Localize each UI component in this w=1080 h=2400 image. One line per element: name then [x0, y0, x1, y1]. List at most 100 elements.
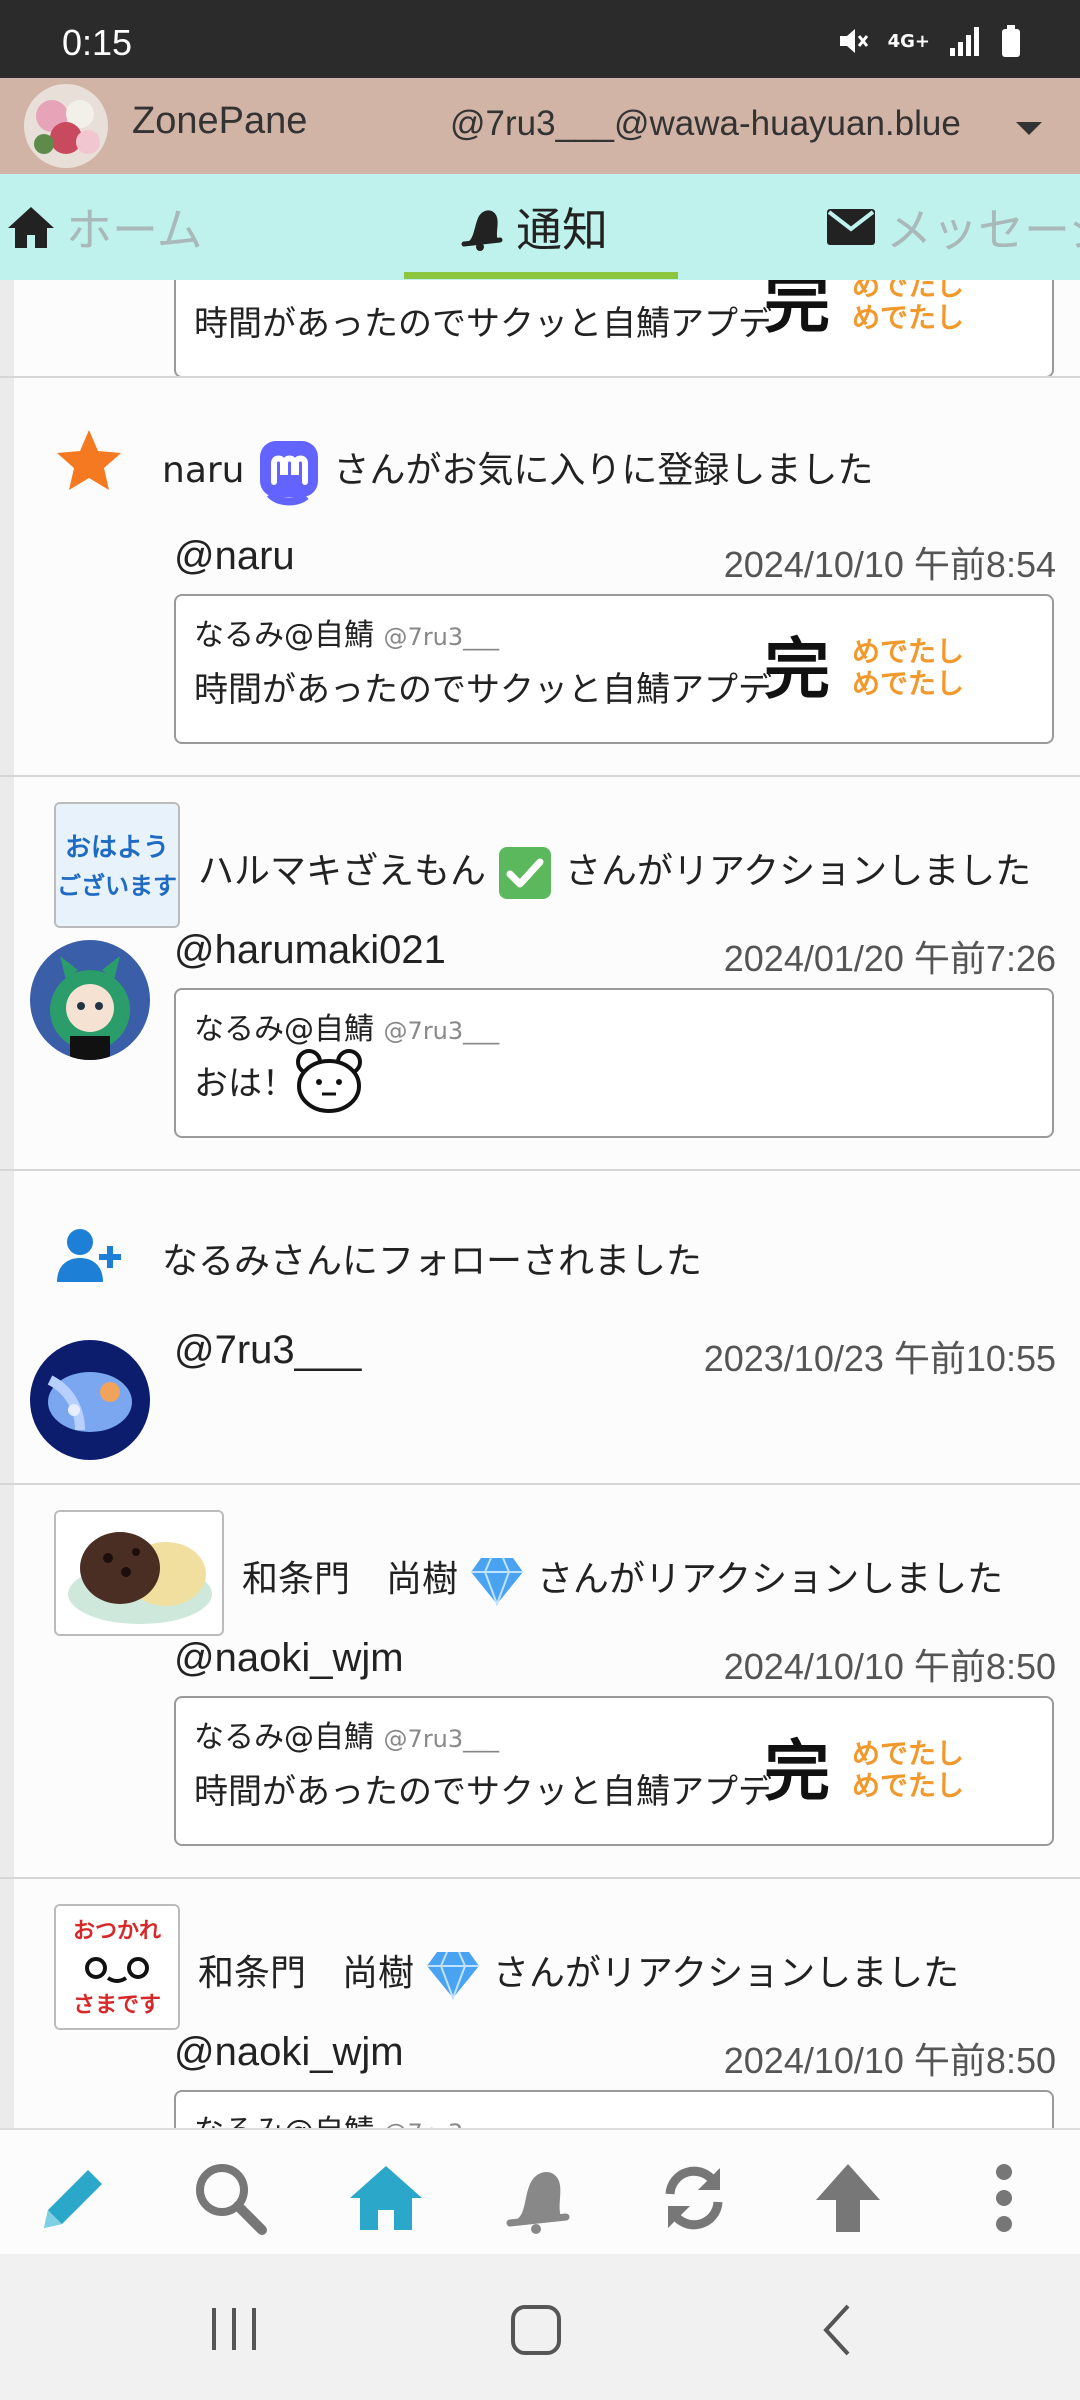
notification-text: 和条門 尚樹 さんがリアクションしました — [198, 1944, 960, 2001]
home-icon — [8, 207, 54, 248]
notification-text: なるみさんにフォローされました — [162, 1241, 703, 1282]
actor-name: 和条門 尚樹 — [198, 1953, 415, 1994]
user-handle[interactable]: @naoki_wjm — [174, 1636, 404, 1681]
divider — [0, 376, 1080, 378]
action-text: さんがリアクションしました — [536, 1559, 1004, 1600]
quoted-post[interactable]: なるみ@自鯖 @7ru3___ 時間があったのでサクッと自鯖アプデ 完 めでたし… — [174, 1696, 1054, 1846]
kan-emoji: 完 — [764, 1732, 830, 1810]
quoted-post-text: おは！ — [194, 1064, 296, 1104]
user-handle[interactable]: @harumaki021 — [174, 928, 446, 973]
chevron-down-icon[interactable] — [1016, 122, 1042, 135]
app-name: ZonePane — [132, 100, 308, 142]
mail-icon — [827, 209, 875, 245]
divider — [0, 1877, 1080, 1879]
quoted-post[interactable]: なるみ@自鯖 @7ru3___ 時間があったのでサクッと自鯖アプデ 完 めでたし… — [174, 594, 1054, 744]
status-time: 0:15 — [62, 22, 133, 63]
home-icon — [350, 2166, 422, 2230]
timestamp: 2024/10/10 午前8:50 — [723, 2040, 1056, 2081]
refresh-button[interactable] — [656, 2160, 732, 2236]
divider — [0, 1483, 1080, 1485]
action-text: さんがお気に入りに登録しました — [333, 450, 874, 491]
feed-left-rail — [0, 280, 14, 2128]
gem-icon — [427, 1951, 480, 2001]
quoted-post-text: 時間があったのでサクッと自鯖アプデ — [194, 304, 772, 344]
quoted-post-text: 時間があったのでサクッと自鯖アプデ — [194, 1772, 772, 1812]
home-nav-icon[interactable] — [508, 2302, 564, 2358]
scroll-top-button[interactable] — [810, 2160, 886, 2236]
follow-user-icon — [57, 1229, 121, 1282]
actor-name: naru — [162, 450, 245, 491]
status-bar: 0:15 4G+ — [0, 0, 1080, 78]
home-button[interactable] — [348, 2160, 424, 2236]
tab-notifications[interactable]: 通知 — [458, 174, 608, 280]
compose-button[interactable] — [36, 2160, 112, 2236]
svg-text:おはよう: おはよう — [65, 833, 169, 863]
gem-icon — [471, 1557, 524, 1607]
quoted-post-author: なるみ@自鯖 @7ru3___ — [194, 1720, 500, 1755]
battery-icon — [1002, 25, 1020, 57]
reaction-stamp — [54, 1510, 224, 1636]
status-icons: 4G+ — [836, 24, 1022, 58]
network-type: 4G+ — [887, 30, 930, 52]
tab-home-label: ホーム — [66, 203, 203, 257]
mute-icon — [839, 29, 868, 53]
action-text: さんがリアクションしました — [492, 1953, 960, 1994]
bottom-toolbar — [0, 2128, 1080, 2256]
notification-feed[interactable]: 時間があったのでサクッと自鯖アプデ 完 めでたし めでたし naru さんがお気に… — [0, 280, 1080, 2128]
check-mark-icon — [499, 847, 552, 899]
more-button[interactable] — [966, 2160, 1042, 2236]
tab-messages[interactable]: メッセージ — [826, 174, 1080, 280]
refresh-icon — [665, 2166, 723, 2230]
tab-notifications-label: 通知 — [516, 203, 608, 257]
user-handle[interactable]: @7ru3___ — [174, 1328, 361, 1373]
tab-messages-label: メッセージ — [886, 203, 1080, 257]
user-handle[interactable]: @naoki_wjm — [174, 2030, 404, 2075]
account-switcher-label[interactable]: @7ru3___@wawa-huayuan.blue — [450, 104, 961, 144]
quoted-post[interactable]: なるみ@自鯖 @7ru3___ おは！ — [174, 988, 1054, 1138]
user-handle[interactable]: @naru — [174, 534, 295, 579]
quoted-post-author: なるみ@自鯖 @7ru3 — [194, 2106, 463, 2128]
svg-text:ございます: ございます — [57, 872, 177, 900]
timestamp: 2024/10/10 午前8:54 — [723, 544, 1056, 585]
divider — [0, 775, 1080, 777]
medetashi-emoji: めでたし めでたし — [852, 635, 965, 700]
bell-icon — [506, 2171, 570, 2234]
star-icon — [57, 430, 121, 490]
tab-active-indicator — [404, 272, 678, 279]
notification-text: naru さんがお気に入りに登録しました — [162, 438, 873, 506]
avatar[interactable] — [30, 1340, 150, 1460]
mastodon-icon — [259, 441, 318, 506]
timestamp: 2024/01/20 午前7:26 — [723, 938, 1056, 979]
tab-bar: ホーム 通知 メッセージ — [0, 174, 1080, 280]
svg-text:さまです: さまです — [73, 1993, 161, 2018]
kan-emoji: 完 — [764, 280, 830, 342]
pencil-icon — [44, 2170, 102, 2228]
more-icon — [996, 2164, 1012, 2232]
search-button[interactable] — [192, 2160, 268, 2236]
quoted-post[interactable]: なるみ@自鯖 @7ru3 — [174, 2090, 1054, 2128]
actor-name: 和条門 尚樹 — [242, 1559, 459, 1600]
divider — [0, 1169, 1080, 1171]
avatar[interactable] — [30, 940, 150, 1060]
arrow-up-icon — [816, 2164, 880, 2232]
signal-icon — [950, 27, 979, 56]
medetashi-emoji: めでたし めでたし — [852, 280, 965, 334]
bell-icon — [461, 210, 503, 251]
timestamp: 2023/10/23 午前10:55 — [703, 1338, 1056, 1379]
bear-emoji-icon — [296, 1049, 362, 1113]
quoted-post-partial[interactable]: 時間があったのでサクッと自鯖アプデ 完 めでたし めでたし — [174, 280, 1054, 378]
notification-text: 和条門 尚樹 さんがリアクションしました — [242, 1550, 1004, 1607]
timestamp: 2024/10/10 午前8:50 — [723, 1646, 1056, 1687]
medetashi-emoji: めでたし めでたし — [852, 1737, 965, 1802]
quoted-post-author: なるみ@自鯖 @7ru3___ — [194, 618, 500, 653]
svg-text:おつかれ: おつかれ — [73, 1919, 161, 1944]
reaction-stamp: おつかれ さまです — [54, 1904, 180, 2030]
recent-apps-icon[interactable] — [206, 2304, 262, 2354]
account-avatar[interactable] — [24, 84, 108, 168]
notifications-button[interactable] — [502, 2160, 578, 2236]
actor-name: ハルマキざえもん — [198, 851, 487, 892]
app-bar: ZonePane @7ru3___@wawa-huayuan.blue — [0, 78, 1080, 174]
back-icon[interactable] — [818, 2302, 858, 2358]
tab-home[interactable]: ホーム — [6, 174, 203, 280]
search-icon — [196, 2164, 267, 2235]
